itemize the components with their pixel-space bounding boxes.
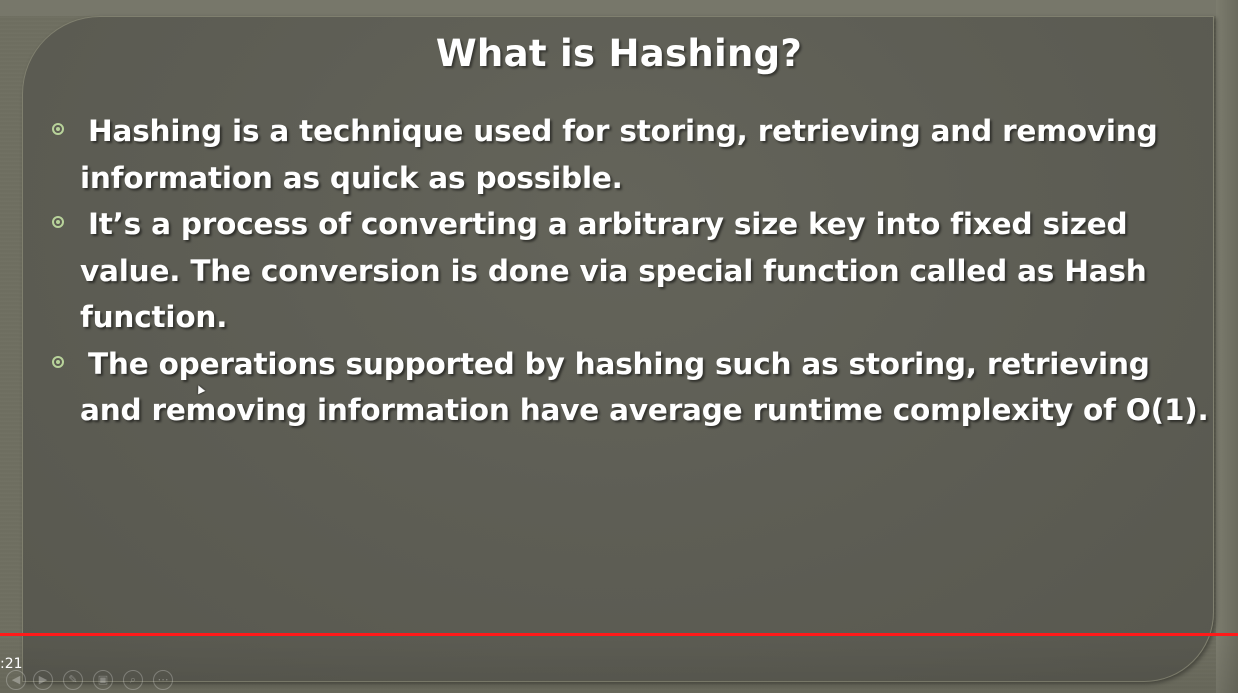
pen-icon[interactable]: ✎ xyxy=(63,670,83,690)
bullet-text: Hashing is a technique used for storing,… xyxy=(80,114,1158,195)
bullet-circle-icon xyxy=(52,216,64,228)
bullet-item: It’s a process of converting a arbitrary… xyxy=(50,201,1210,341)
bullet-item: The operations supported by hashing such… xyxy=(50,341,1210,434)
prev-icon[interactable]: ◀ xyxy=(6,670,26,690)
presentation-screen: What is Hashing? Hashing is a technique … xyxy=(0,0,1238,693)
more-icon[interactable]: ⋯ xyxy=(153,670,173,690)
top-frame-strip xyxy=(0,0,1238,16)
video-progress-bar[interactable] xyxy=(0,633,1238,636)
right-frame-strip xyxy=(1216,0,1238,693)
progress-played xyxy=(0,633,1238,636)
slides-icon[interactable]: ▣ xyxy=(93,670,113,690)
bullet-text: It’s a process of converting a arbitrary… xyxy=(80,207,1147,334)
bullet-text: The operations supported by hashing such… xyxy=(80,346,1209,428)
video-controls-bar xyxy=(0,636,1238,693)
bullet-circle-icon xyxy=(52,123,64,135)
play-icon[interactable]: ▶ xyxy=(33,670,53,690)
slide-title: What is Hashing? xyxy=(435,32,803,75)
zoom-icon[interactable]: ⌕ xyxy=(123,670,143,690)
bullet-circle-icon xyxy=(52,355,64,368)
bullet-list: Hashing is a technique used for storing,… xyxy=(50,108,1210,434)
bullet-item: Hashing is a technique used for storing,… xyxy=(50,108,1210,201)
